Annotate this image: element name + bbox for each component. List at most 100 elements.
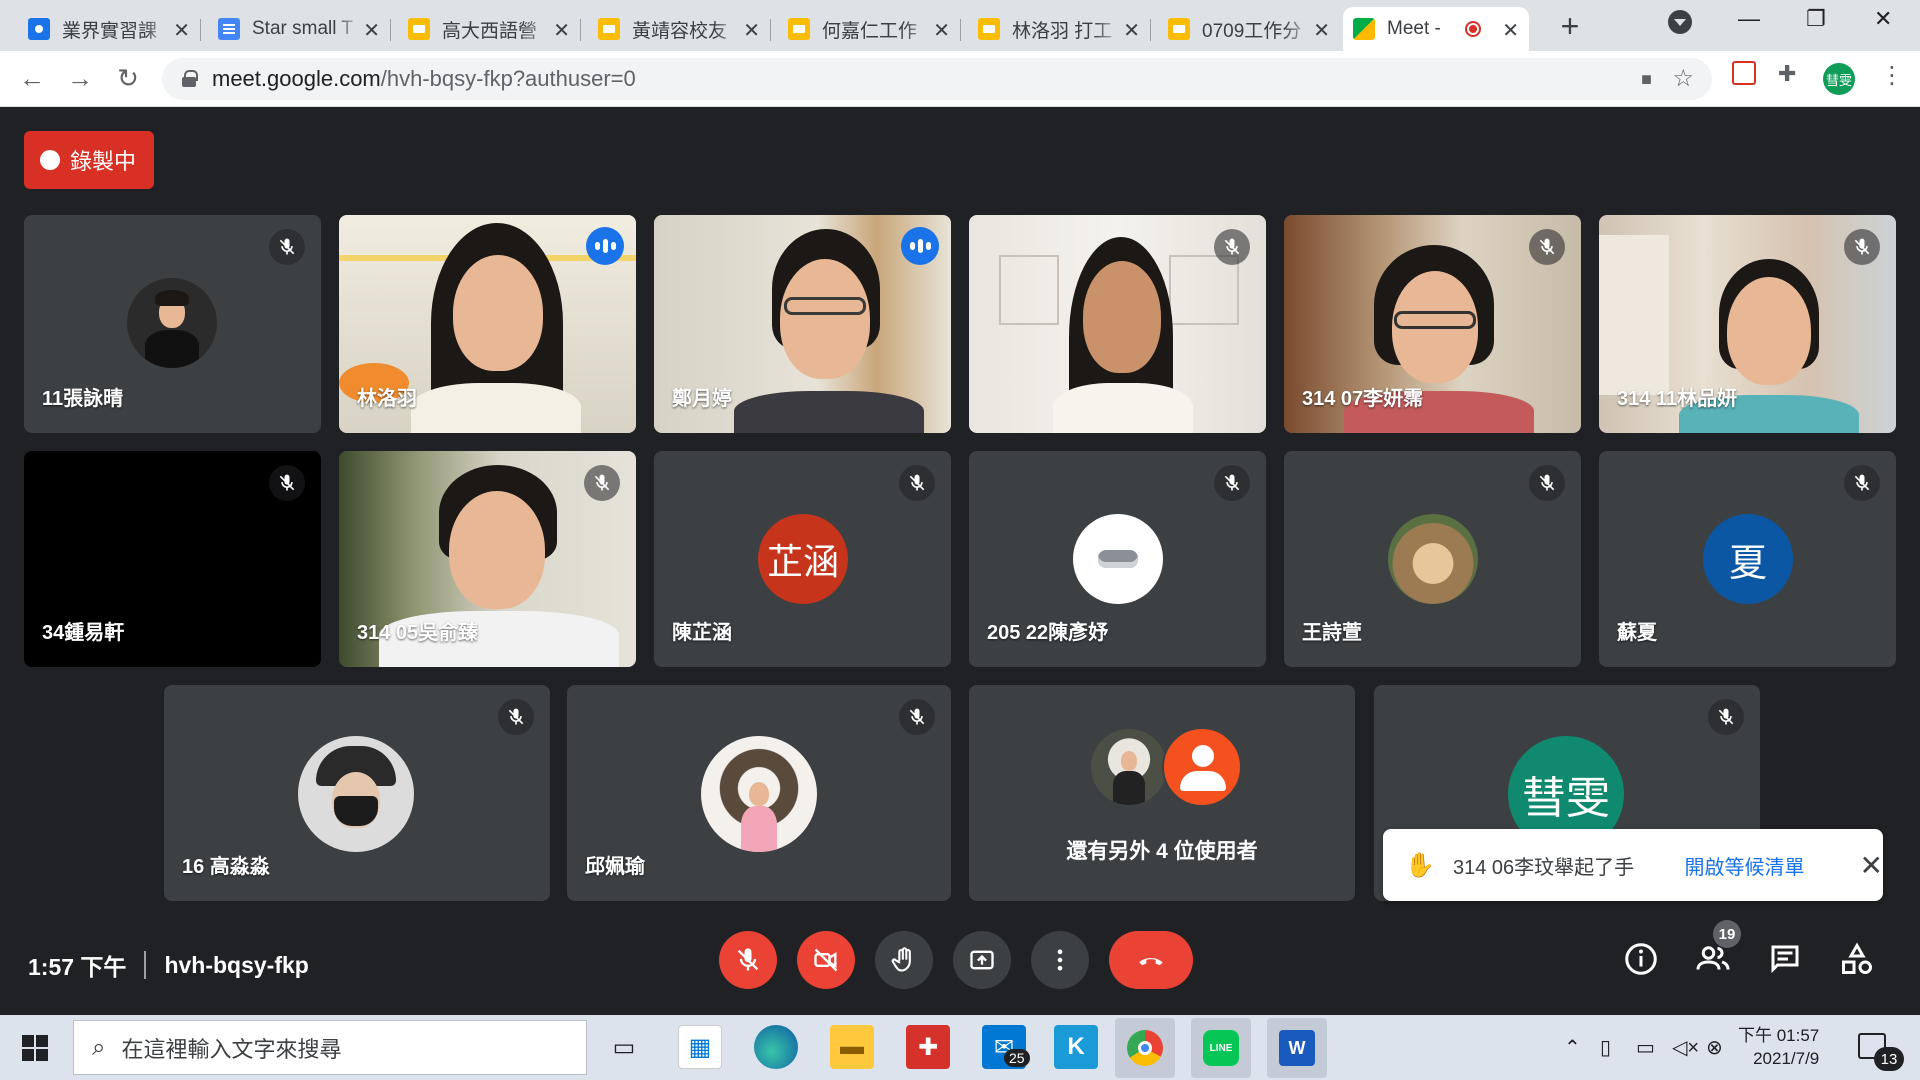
tab-meet-active[interactable]: Meet - ✕ [1343,7,1529,51]
chrome-icon[interactable] [1115,1018,1175,1078]
mic-off-icon [1529,465,1565,501]
puzzle-icon[interactable]: ✚ [1778,61,1796,87]
edge-icon[interactable] [754,1025,798,1069]
participant-tile[interactable]: 314 07李妍霈 [1284,215,1581,433]
record-dot-icon [40,150,60,170]
restore-icon[interactable]: ❐ [1806,6,1826,32]
participant-count-badge: 19 [1713,920,1741,948]
bookmark-star-icon[interactable]: ☆ [1672,64,1694,93]
tab-2[interactable]: Star small T ✕ [208,7,391,51]
close-tab-icon[interactable]: ✕ [1123,18,1140,43]
volume-muted-icon[interactable]: ◁× [1672,1035,1699,1060]
tab-title: 黃靖容校友 [632,20,728,42]
forward-icon[interactable]: → [64,63,96,94]
line-icon[interactable]: LINE [1191,1018,1251,1078]
browser-toolbar: ← → ↻ meet.google.com/hvh-bqsy-fkp?authu… [0,51,1920,107]
activities-icon[interactable] [1839,941,1875,977]
new-tab-button[interactable]: + [1550,8,1590,45]
address-bar[interactable]: meet.google.com/hvh-bqsy-fkp?authuser=0 … [162,58,1712,100]
participant-tile[interactable]: 11張詠晴 [24,215,321,433]
close-window-icon[interactable]: ✕ [1874,6,1892,32]
mic-off-icon [1214,465,1250,501]
chat-icon[interactable] [1767,941,1803,977]
tab-3[interactable]: 高大西語營 ✕ [398,7,581,51]
meeting-details-icon[interactable] [1623,941,1659,977]
default-user-avatar-icon [1162,727,1242,807]
participant-tile[interactable]: 芷涵 陳芷涵 [654,451,951,667]
more-options-button[interactable] [1031,931,1089,989]
close-tab-icon[interactable]: ✕ [553,18,570,43]
close-tab-icon[interactable]: ✕ [933,18,950,43]
battery-icon[interactable]: ▭ [1636,1035,1655,1060]
taskbar-search-input[interactable]: ⌕ 在這裡輸入文字來搜尋 [73,1020,587,1075]
store-icon[interactable]: ▦ [678,1025,722,1069]
close-tab-icon[interactable]: ✕ [363,18,380,43]
participant-tile[interactable]: 314 05吳俞臻 [339,451,636,667]
system-clock[interactable]: 下午 01:57 2021/7/9 [1738,1024,1819,1070]
show-hidden-icons-icon[interactable]: ⌃ [1564,1035,1581,1060]
extension-icon[interactable] [1732,61,1756,85]
close-tab-icon[interactable]: ✕ [1313,18,1330,43]
close-icon[interactable]: ✕ [1860,849,1883,882]
participant-tile[interactable]: 邱姵瑜 [567,685,951,901]
camera-off-icon [814,948,838,972]
mic-off-icon [899,699,935,735]
status-icon[interactable]: ⊗ [1706,1035,1723,1060]
windows-start-icon[interactable] [22,1035,48,1061]
k-app-icon[interactable]: K [1054,1025,1098,1069]
recording-label: 錄製中 [70,149,137,174]
camera-permission-icon[interactable]: ■ [1641,69,1652,90]
avatar[interactable]: 彗雯 [1823,63,1855,95]
more-participants-label: 還有另外 4 位使用者 [1066,840,1258,863]
tab-title: Star small T [252,18,354,39]
raise-hand-button[interactable] [875,931,933,989]
recording-button[interactable]: 錄製中 [24,131,154,189]
tab-1[interactable]: 業界實習課 ✕ [18,7,201,51]
participant-avatar: 夏 [1703,514,1793,604]
participant-tile[interactable]: 林洛羽 [339,215,636,433]
leave-call-button[interactable] [1109,931,1193,989]
open-queue-link[interactable]: 開啟等候清單 [1685,851,1834,880]
raise-hand-icon: ✋ [1405,851,1435,879]
tab-5[interactable]: 何嘉仁工作 ✕ [778,7,961,51]
slides-icon [598,18,620,40]
reload-icon[interactable]: ↻ [112,63,144,94]
tab-search-icon[interactable] [1668,10,1692,34]
participant-tile[interactable]: 鄭月婷 [654,215,951,433]
tab-6[interactable]: 林洛羽 打工 ✕ [968,7,1151,51]
slides-icon [788,18,810,40]
task-view-icon[interactable]: ▭ [602,1025,646,1069]
more-participants-tile[interactable]: 還有另外 4 位使用者 [969,685,1355,901]
back-icon[interactable]: ← [16,63,48,94]
close-tab-icon[interactable]: ✕ [743,18,760,43]
tab-title: 業界實習課 [62,20,158,42]
speaking-indicator-icon [901,227,939,265]
gift-app-icon[interactable]: ✚ [906,1025,950,1069]
tab-4[interactable]: 黃靖容校友 ✕ [588,7,771,51]
microphone-toggle-button[interactable] [719,931,777,989]
word-icon[interactable]: W [1267,1018,1327,1078]
mic-off-icon [584,465,620,501]
menu-kebab-icon[interactable]: ⋮ [1880,61,1904,90]
present-screen-button[interactable] [953,931,1011,989]
participant-tile[interactable] [969,215,1266,433]
clock-time: 下午 01:57 [1738,1026,1820,1045]
participant-tile[interactable]: 夏 蘇夏 [1599,451,1896,667]
meeting-code: hvh-bqsy-fkp [164,951,309,978]
close-tab-icon[interactable]: ✕ [1502,18,1519,43]
raise-hand-icon [891,947,911,972]
camera-toggle-button[interactable] [797,931,855,989]
tab-7[interactable]: 0709工作分 ✕ [1158,7,1340,51]
meet-icon [1353,18,1375,40]
device-icon[interactable]: ▯ [1600,1035,1611,1060]
participant-tile[interactable]: 205 22陳彥妤 [969,451,1266,667]
close-tab-icon[interactable]: ✕ [173,18,190,43]
participant-tile[interactable]: 314 11林品妍 [1599,215,1896,433]
participant-tile[interactable]: 34鍾易軒 [24,451,321,667]
file-explorer-icon[interactable]: ▬ [830,1025,874,1069]
participant-tile[interactable]: 王詩萱 [1284,451,1581,667]
recording-indicator-icon [1465,21,1481,37]
minimize-icon[interactable]: — [1738,6,1760,32]
participant-tile[interactable]: 16 高淼淼 [164,685,550,901]
tab-title: 林洛羽 打工 [1012,20,1113,42]
